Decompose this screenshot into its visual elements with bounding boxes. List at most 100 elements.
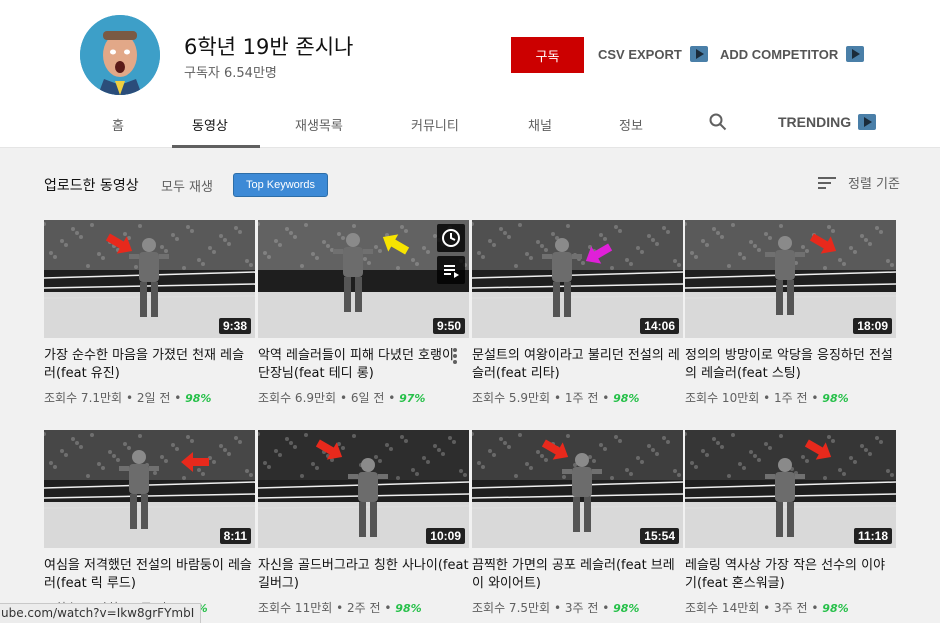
video-duration: 10:09 xyxy=(426,528,465,544)
video-title[interactable]: 레슬링 역사상 가장 작은 선수의 이야기(feat 혼스워글) xyxy=(685,557,896,593)
top-keywords-button[interactable]: Top Keywords xyxy=(233,173,328,197)
extension-logo-icon xyxy=(846,46,865,62)
video-title[interactable]: 끔찍한 가면의 공포 레슬러(feat 브레이 와이어트) xyxy=(472,557,683,593)
video-title[interactable]: 정의의 방망이로 악당을 응징하던 전설의 레슬러(feat 스팅) xyxy=(685,347,896,383)
video-meta: 조회수 7.1만회 • 2일 전 • 98% xyxy=(44,389,255,406)
video-card[interactable]: 9:50 악역 레슬러들이 피해 다녔던 호랭이 단장님(feat 테디 롱) … xyxy=(258,220,469,406)
video-thumbnail[interactable]: 10:09 xyxy=(258,430,469,548)
meta-separator: • xyxy=(339,391,351,405)
video-meta: 조회수 6.9만회 • 6일 전 • 97% xyxy=(258,389,469,406)
add-competitor-label: ADD COMPETITOR xyxy=(720,46,839,62)
active-tab-indicator xyxy=(172,145,260,148)
channel-avatar[interactable] xyxy=(80,15,160,95)
video-score: 98% xyxy=(822,392,849,405)
video-views: 조회수 14만회 xyxy=(685,601,760,615)
sort-label: 정렬 기준 xyxy=(848,177,900,192)
video-age: 6일 전 xyxy=(350,391,385,405)
watch-later-icon[interactable] xyxy=(437,224,465,252)
extension-logo-icon xyxy=(858,114,877,130)
tab-playlists[interactable]: 재생목록 xyxy=(295,115,343,134)
video-age: 2일 전 xyxy=(136,391,171,405)
add-competitor-button[interactable]: ADD COMPETITOR xyxy=(720,46,865,62)
video-score: 97% xyxy=(399,392,426,405)
video-views: 조회수 6.9만회 xyxy=(258,391,337,405)
video-meta: 조회수 10만회 • 1주 전 • 98% xyxy=(685,389,896,406)
video-age: 1주 전 xyxy=(774,391,808,405)
video-duration: 9:50 xyxy=(432,318,465,334)
extension-logo-icon xyxy=(689,46,708,62)
video-age: 2주 전 xyxy=(347,601,381,615)
subscriber-count: 구독자 6.54만명 xyxy=(184,66,277,81)
csv-export-button[interactable]: CSV EXPORT xyxy=(598,46,708,62)
video-thumbnail[interactable]: 14:06 xyxy=(472,220,683,338)
video-meta: 조회수 14만회 • 3주 전 • 98% xyxy=(685,599,896,616)
meta-separator: • xyxy=(174,391,186,405)
tab-channels[interactable]: 채널 xyxy=(528,115,552,134)
video-thumbnail[interactable]: 8:11 xyxy=(44,430,255,548)
video-score: 98% xyxy=(395,602,422,615)
video-duration: 8:11 xyxy=(219,528,251,544)
channel-tabs: 홈 동영상 재생목록 커뮤니티 채널 정보 TRENDING xyxy=(0,105,940,148)
sort-icon xyxy=(818,175,838,191)
meta-separator: • xyxy=(811,601,823,615)
video-views: 조회수 11만회 xyxy=(258,601,333,615)
tab-trending[interactable]: TRENDING xyxy=(778,114,877,130)
more-options-icon[interactable] xyxy=(452,348,458,366)
video-score: 98% xyxy=(185,392,212,405)
video-card[interactable]: 8:11 여심을 저격했던 전설의 바람둥이 레슬러(feat 릭 루드) 조회… xyxy=(44,430,255,616)
video-card[interactable]: 18:09 정의의 방망이로 악당을 응징하던 전설의 레슬러(feat 스팅)… xyxy=(685,220,896,406)
tab-videos[interactable]: 동영상 xyxy=(192,115,228,134)
video-card[interactable]: 10:09 자신을 골드버그라고 칭한 사나이(feat 길버그) 조회수 11… xyxy=(258,430,469,616)
status-bar-url: ube.com/watch?v=Ikw8grFYmbI xyxy=(0,603,202,623)
meta-separator: • xyxy=(336,601,348,615)
video-card[interactable]: 9:38 가장 순수한 마음을 가졌던 천재 레슬러(feat 유진) 조회수 … xyxy=(44,220,255,406)
meta-separator: • xyxy=(602,601,614,615)
meta-separator: • xyxy=(602,391,614,405)
video-thumbnail[interactable]: 18:09 xyxy=(685,220,896,338)
video-meta: 조회수 7.5만회 • 3주 전 • 98% xyxy=(472,599,683,616)
meta-separator: • xyxy=(553,601,565,615)
tab-trending-label: TRENDING xyxy=(778,114,852,130)
video-thumbnail[interactable]: 11:18 xyxy=(685,430,896,548)
video-views: 조회수 7.5만회 xyxy=(472,601,551,615)
channel-name: 6학년 19반 존시나 xyxy=(184,35,354,59)
video-card[interactable]: 15:54 끔찍한 가면의 공포 레슬러(feat 브레이 와이어트) 조회수 … xyxy=(472,430,683,616)
video-duration: 11:18 xyxy=(853,528,892,544)
play-all-link[interactable]: 모두 재생 xyxy=(161,176,213,195)
meta-separator: • xyxy=(763,601,775,615)
video-score: 98% xyxy=(613,392,640,405)
add-to-queue-icon[interactable] xyxy=(437,256,465,284)
video-meta: 조회수 5.9만회 • 1주 전 • 98% xyxy=(472,389,683,406)
video-thumbnail[interactable]: 9:38 xyxy=(44,220,255,338)
channel-header: 6학년 19반 존시나 구독자 6.54만명 구독 CSV EXPORT ADD… xyxy=(0,0,940,148)
video-duration: 9:38 xyxy=(218,318,251,334)
search-icon[interactable] xyxy=(709,113,727,131)
meta-separator: • xyxy=(763,391,775,405)
video-score: 98% xyxy=(822,602,849,615)
sort-by-button[interactable]: 정렬 기준 xyxy=(818,173,900,192)
video-views: 조회수 5.9만회 xyxy=(472,391,551,405)
video-thumbnail[interactable]: 9:50 xyxy=(258,220,469,338)
video-score: 98% xyxy=(613,602,640,615)
tab-home[interactable]: 홈 xyxy=(112,115,124,134)
video-title[interactable]: 문설트의 여왕이라고 불리던 전설의 레슬러(feat 리타) xyxy=(472,347,683,383)
subscribe-button[interactable]: 구독 xyxy=(511,37,584,73)
video-title[interactable]: 자신을 골드버그라고 칭한 사나이(feat 길버그) xyxy=(258,557,469,593)
video-title[interactable]: 여심을 저격했던 전설의 바람둥이 레슬러(feat 릭 루드) xyxy=(44,557,255,593)
video-age: 3주 전 xyxy=(774,601,808,615)
uploads-section-bar: 업로드한 동영상 모두 재생 Top Keywords 정렬 기준 xyxy=(0,160,940,204)
meta-separator: • xyxy=(553,391,565,405)
video-title[interactable]: 가장 순수한 마음을 가졌던 천재 레슬러(feat 유진) xyxy=(44,347,255,383)
video-card[interactable]: 11:18 레슬링 역사상 가장 작은 선수의 이야기(feat 혼스워글) 조… xyxy=(685,430,896,616)
video-age: 1주 전 xyxy=(564,391,599,405)
tab-about[interactable]: 정보 xyxy=(619,115,643,134)
video-thumbnail[interactable]: 15:54 xyxy=(472,430,683,548)
video-title[interactable]: 악역 레슬러들이 피해 다녔던 호랭이 단장님(feat 테디 롱) xyxy=(258,347,469,383)
video-card[interactable]: 14:06 문설트의 여왕이라고 불리던 전설의 레슬러(feat 리타) 조회… xyxy=(472,220,683,406)
meta-separator: • xyxy=(125,391,137,405)
video-duration: 18:09 xyxy=(853,318,892,334)
tab-community[interactable]: 커뮤니티 xyxy=(411,115,459,134)
video-duration: 15:54 xyxy=(640,528,679,544)
video-views: 조회수 7.1만회 xyxy=(44,391,123,405)
video-meta: 조회수 11만회 • 2주 전 • 98% xyxy=(258,599,469,616)
